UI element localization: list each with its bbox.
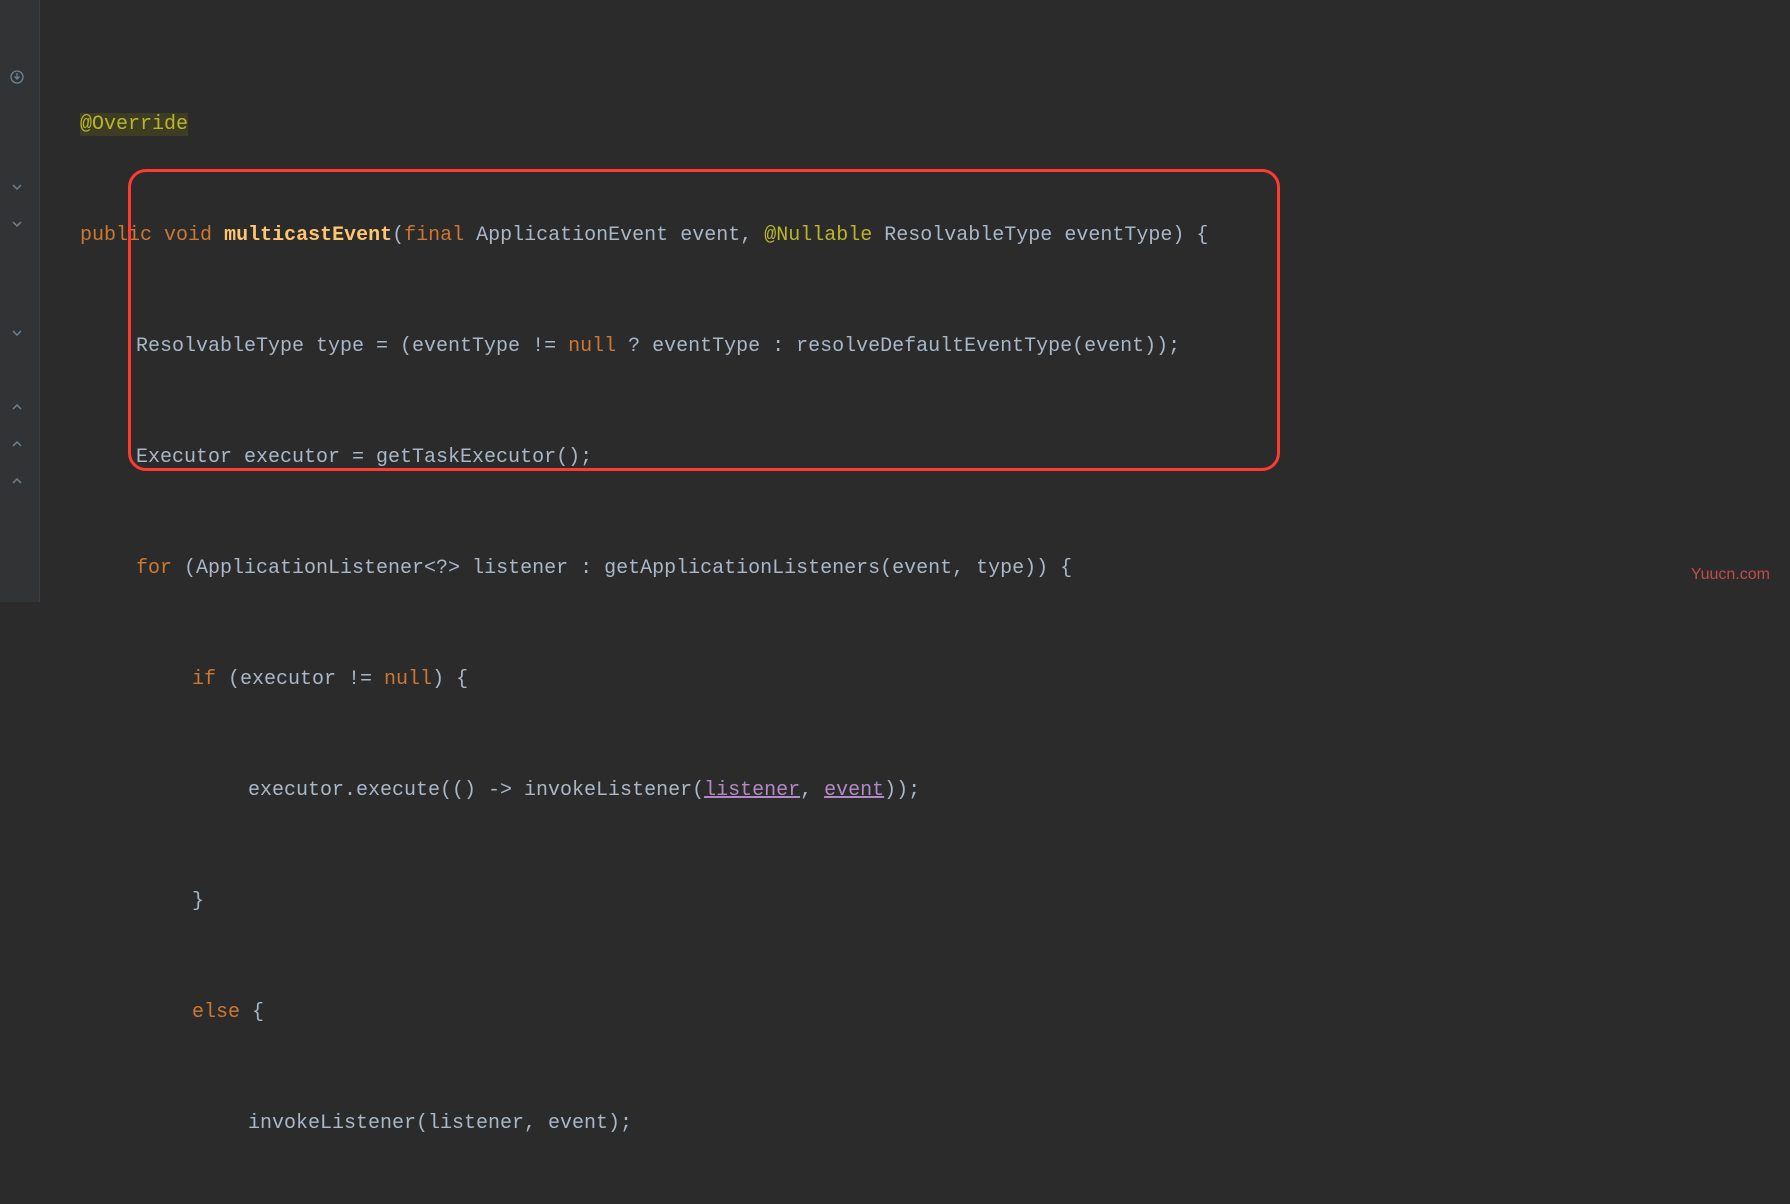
code-editor[interactable]: @Override public void multicastEvent(fin… — [40, 32, 1790, 1204]
code-line: @Override — [80, 106, 1790, 143]
fold-close-icon[interactable] — [8, 472, 26, 490]
code-line: } — [80, 883, 1790, 920]
fold-icon[interactable] — [8, 178, 26, 196]
code-line: executor.execute(() -> invokeListener(li… — [80, 772, 1790, 809]
code-line: else { — [80, 994, 1790, 1031]
annotation: @Override — [80, 113, 188, 136]
override-gutter-icon[interactable] — [8, 68, 26, 86]
fold-close-icon[interactable] — [8, 398, 26, 416]
code-line: invokeListener(listener, event); — [80, 1105, 1790, 1142]
code-line: for (ApplicationListener<?> listener : g… — [80, 550, 1790, 587]
editor-gutter — [0, 0, 40, 602]
watermark: Yuucn.com — [1691, 560, 1770, 590]
fold-icon[interactable] — [8, 324, 26, 342]
fold-icon[interactable] — [8, 215, 26, 233]
code-line: if (executor != null) { — [80, 661, 1790, 698]
fold-close-icon[interactable] — [8, 435, 26, 453]
code-line: Executor executor = getTaskExecutor(); — [80, 439, 1790, 476]
code-line: ResolvableType type = (eventType != null… — [80, 328, 1790, 365]
code-line: public void multicastEvent(final Applica… — [80, 217, 1790, 254]
